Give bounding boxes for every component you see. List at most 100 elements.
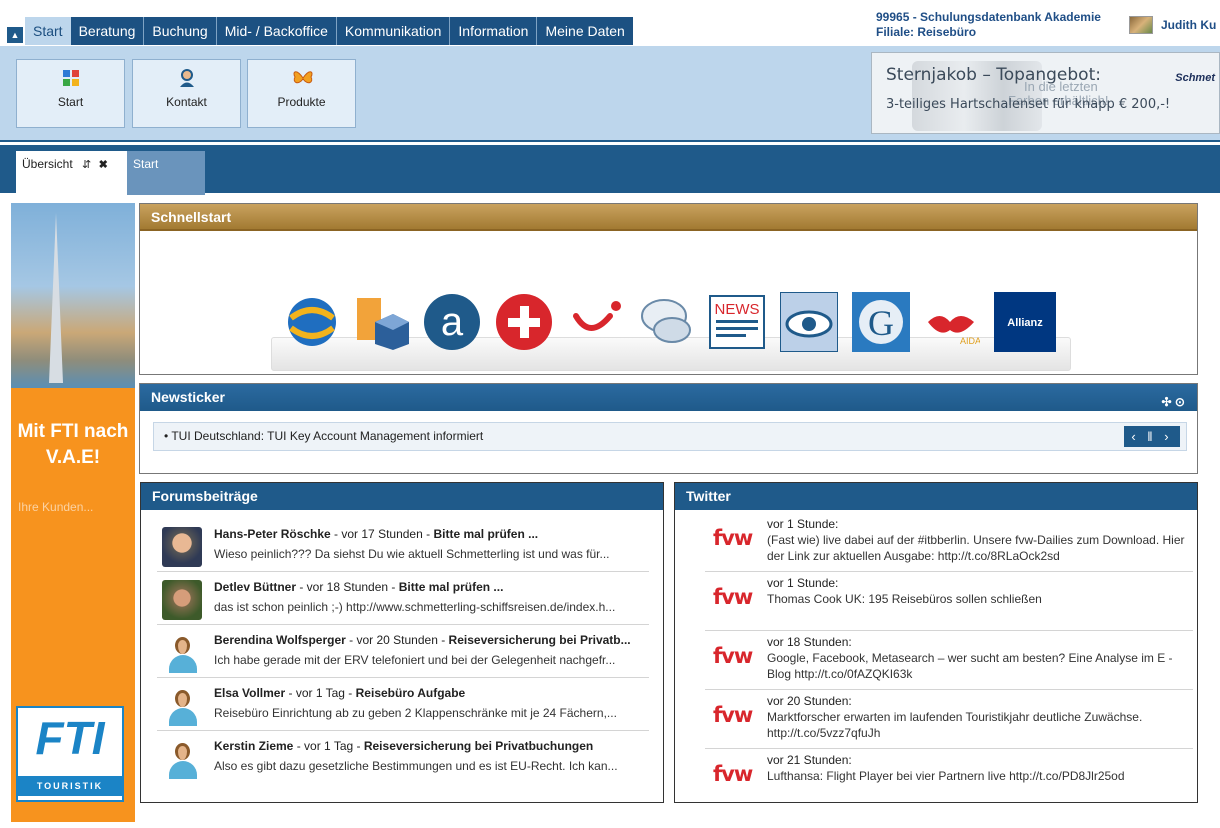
main-menu-tabs: Start Beratung Buchung Mid- / Backoffice… — [25, 17, 633, 45]
allianz-icon[interactable]: Allianz — [994, 292, 1056, 352]
products-button[interactable]: Produkte — [247, 59, 356, 128]
tweet[interactable]: fvw vor 1 Stunde: Thomas Cook UK: 195 Rei… — [705, 572, 1193, 631]
chevron-up-icon[interactable]: ▲ — [7, 27, 23, 43]
plus-icon[interactable] — [495, 292, 553, 352]
banner-title: Sternjakob – Topangebot: — [886, 65, 1101, 85]
post-subject[interactable]: Reiseversicherung bei Privatb... — [449, 633, 631, 647]
post-meta: - vor 18 Stunden - — [296, 580, 399, 594]
post-subject[interactable]: Bitte mal prüfen ... — [399, 580, 504, 594]
avatar — [162, 686, 202, 726]
app-window: ▲ Start Beratung Buchung Mid- / Backoffi… — [0, 0, 1220, 828]
tweet[interactable]: fvw vor 21 Stunden: Lufthansa: Flight Pla… — [705, 749, 1193, 808]
tower-shape — [49, 213, 63, 383]
cube-icon[interactable] — [353, 292, 411, 352]
forum-post[interactable]: Detlev Büttner - vor 18 Stunden - Bitte … — [157, 573, 649, 625]
menu-tab-backoffice[interactable]: Mid- / Backoffice — [217, 17, 337, 45]
start-button-label: Start — [57, 95, 84, 109]
forum-post[interactable]: Hans-Peter Röschke - vor 17 Stunden - Bi… — [157, 520, 649, 572]
menu-tab-buchung[interactable]: Buchung — [144, 17, 217, 45]
tweet[interactable]: fvw vor 18 Stunden: Google, Facebook, Met… — [705, 631, 1193, 690]
twitter-panel: Twitter fvw vor 1 Stunde: (Fast wie) live… — [674, 482, 1198, 803]
quickstart-title: Schnellstart — [140, 204, 1197, 231]
post-author[interactable]: Hans-Peter Röschke — [214, 527, 331, 541]
start-button[interactable]: Start — [16, 59, 125, 128]
news-item[interactable]: • TUI Deutschland: TUI Key Account Manag… — [153, 422, 1187, 451]
tweet-content: vor 21 Stunden: Lufthansa: Flight Player … — [767, 752, 1191, 784]
newsticker-title: Newsticker ✣ ⊙ — [140, 384, 1197, 411]
close-icon[interactable]: ✖ — [99, 158, 108, 171]
post-subject[interactable]: Bitte mal prüfen ... — [433, 527, 538, 541]
tweet-text: Lufthansa: Flight Player bei vier Partne… — [767, 769, 1125, 783]
panel-controls[interactable]: ✣ ⊙ — [1162, 389, 1185, 416]
main-menu-bar: ▲ Start Beratung Buchung Mid- / Backoffi… — [0, 0, 1220, 46]
tweet-content: vor 1 Stunde: (Fast wie) live dabei auf d… — [767, 516, 1191, 564]
tweet-time: vor 20 Stunden: — [767, 694, 852, 708]
tweet-text: (Fast wie) live dabei auf der #itbberlin… — [767, 533, 1185, 563]
tweet[interactable]: fvw vor 1 Stunde: (Fast wie) live dabei a… — [705, 513, 1193, 572]
avatar — [162, 580, 202, 620]
tab-overview-label: Übersicht — [22, 157, 73, 171]
products-button-label: Produkte — [277, 95, 326, 109]
svg-text:Allianz: Allianz — [1007, 317, 1043, 329]
news-icon[interactable]: NEWS — [708, 292, 766, 352]
svg-text:NEWS: NEWS — [715, 301, 760, 318]
globe-exchange-icon[interactable] — [283, 292, 341, 352]
banner-offer-line: 3-teiliges Hartschalenset für knapp € 20… — [886, 97, 1171, 112]
fti-logo-text: FTI — [35, 712, 105, 764]
forum-post[interactable]: Berendina Wolfsperger - vor 20 Stunden -… — [157, 626, 649, 678]
tab-start[interactable]: Start — [127, 151, 205, 195]
forum-panel: Forumsbeiträge Hans-Peter Röschke - vor … — [140, 482, 664, 803]
eye-icon[interactable] — [779, 291, 839, 353]
g-letter-icon[interactable]: G — [852, 292, 910, 352]
post-subject[interactable]: Reisebüro Aufgabe — [356, 686, 466, 700]
post-subject[interactable]: Reiseversicherung bei Privatbuchungen — [364, 739, 593, 753]
post-header: Elsa Vollmer - vor 1 Tag - Reisebüro Auf… — [214, 686, 644, 700]
fti-side-ad[interactable]: Mit FTI nach V.A.E! Ihre Kunden... FTI T… — [11, 203, 135, 822]
post-meta: - vor 17 Stunden - — [330, 527, 434, 541]
post-author[interactable]: Elsa Vollmer — [214, 686, 285, 700]
a-letter-icon[interactable]: a — [423, 292, 481, 352]
fvw-logo: fvw — [713, 703, 753, 727]
pin-icon[interactable]: ⇵ — [82, 158, 91, 171]
menu-tab-beratung[interactable]: Beratung — [71, 17, 145, 45]
ad-title: Mit FTI nach V.A.E! — [17, 421, 129, 468]
post-meta: - vor 1 Tag - — [293, 739, 364, 753]
svg-text:G: G — [868, 303, 894, 343]
tui-icon[interactable] — [568, 292, 626, 352]
tweet[interactable]: fvw vor 20 Stunden: Marktforscher erwarte… — [705, 690, 1193, 749]
post-meta: - vor 1 Tag - — [285, 686, 356, 700]
banner-brand: Schmet — [1175, 72, 1215, 84]
branch-name: Filiale: Reisebüro — [876, 25, 977, 39]
contact-button[interactable]: Kontakt — [132, 59, 241, 128]
promo-banner[interactable]: In die letzten Farben erhältlich! Sternj… — [871, 52, 1220, 134]
butterfly-icon — [292, 68, 312, 88]
menu-tab-information[interactable]: Information — [450, 17, 538, 45]
tweet-content: vor 20 Stunden: Marktforscher erwarten im… — [767, 693, 1191, 741]
user-name[interactable]: Judith Ku — [1161, 18, 1216, 32]
start-icon — [61, 68, 81, 88]
post-author[interactable]: Kerstin Zieme — [214, 739, 293, 753]
tweet-text: Google, Facebook, Metasearch – wer sucht… — [767, 651, 1173, 681]
post-author[interactable]: Detlev Büttner — [214, 580, 296, 594]
forum-post[interactable]: Elsa Vollmer - vor 1 Tag - Reisebüro Auf… — [157, 679, 649, 731]
svg-text:a: a — [441, 300, 464, 344]
tab-overview[interactable]: Übersicht ⇵ ✖ — [16, 151, 127, 195]
tweet-text: Marktforscher erwarten im laufenden Tour… — [767, 710, 1143, 740]
chat-bubbles-icon[interactable] — [638, 292, 696, 352]
twitter-title: Twitter — [675, 483, 1197, 510]
news-nav-controls[interactable]: ‹ ‖ › — [1124, 426, 1180, 447]
tweet-time: vor 18 Stunden: — [767, 635, 852, 649]
menu-tab-kommunikation[interactable]: Kommunikation — [337, 17, 451, 45]
aida-icon[interactable]: AIDA — [922, 292, 981, 352]
user-avatar[interactable] — [1129, 16, 1153, 34]
menu-tab-start[interactable]: Start — [25, 17, 71, 45]
forum-post[interactable]: Kerstin Zieme - vor 1 Tag - Reiseversich… — [157, 732, 649, 784]
quickstart-panel: Schnellstart a NEWS G AIDA Allianz — [139, 203, 1198, 375]
contact-button-label: Kontakt — [166, 95, 207, 109]
news-item-text: TUI Deutschland: TUI Key Account Managem… — [171, 429, 484, 443]
menu-tab-meine-daten[interactable]: Meine Daten — [537, 17, 632, 45]
post-author[interactable]: Berendina Wolfsperger — [214, 633, 346, 647]
fvw-logo: fvw — [713, 644, 753, 668]
newsticker-panel: Newsticker ✣ ⊙ • TUI Deutschland: TUI Ke… — [139, 383, 1198, 474]
forum-title: Forumsbeiträge — [141, 483, 663, 510]
